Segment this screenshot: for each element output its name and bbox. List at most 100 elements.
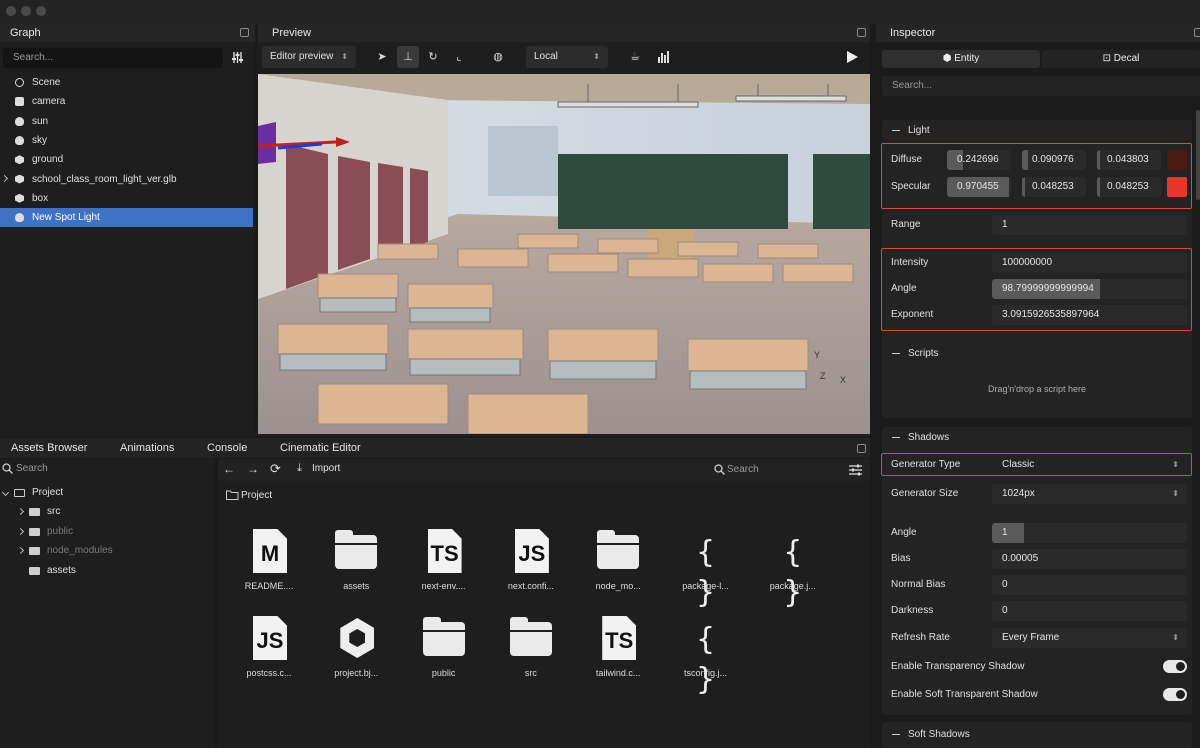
refresh-rate-select[interactable]: Every Frame ⬍ xyxy=(992,628,1187,648)
assets-tree-item[interactable]: src xyxy=(0,504,214,522)
graph-item[interactable]: Scene xyxy=(0,73,253,92)
play-icon[interactable] xyxy=(841,46,863,68)
assets-breadcrumb[interactable]: Project xyxy=(241,490,272,501)
expand-icon[interactable] xyxy=(857,28,866,37)
select-tool-icon[interactable]: ➤ xyxy=(371,46,393,68)
asset-file[interactable]: node_mo... xyxy=(578,529,658,591)
diffuse-color-swatch[interactable] xyxy=(1167,150,1187,170)
move-tool-icon[interactable]: ⊥ xyxy=(397,46,419,68)
angle-field[interactable]: 98.79999999999994 xyxy=(992,279,1187,299)
globe-icon[interactable]: ◍ xyxy=(487,46,509,68)
graph-item[interactable]: sun xyxy=(0,112,253,131)
asset-file[interactable]: M README.... xyxy=(229,529,309,591)
bias-field[interactable]: 0.00005 xyxy=(992,549,1187,569)
range-field[interactable]: 1 xyxy=(992,215,1187,235)
filter-settings-icon[interactable] xyxy=(231,51,244,64)
graph-item-label: New Spot Light xyxy=(32,212,100,224)
tab-entity[interactable]: ⬢ Entity xyxy=(882,50,1040,68)
asset-file[interactable]: JS postcss.c... xyxy=(229,616,309,678)
chevron-right-icon[interactable] xyxy=(16,527,25,535)
cube-icon xyxy=(15,155,24,165)
stats-icon[interactable] xyxy=(652,46,674,68)
graph-item[interactable]: sky xyxy=(0,131,253,150)
scripts-section-header[interactable]: Scripts xyxy=(892,343,939,365)
assets-tree-search-input[interactable]: Search xyxy=(16,462,48,476)
specular-r-field[interactable]: 0.970455 xyxy=(947,177,1011,197)
asset-file[interactable]: TS tailwind.c... xyxy=(578,616,658,678)
assets-search-input[interactable]: Search xyxy=(727,464,759,475)
diffuse-r-field[interactable]: 0.242696 xyxy=(947,150,1011,170)
transparency-shadow-toggle[interactable] xyxy=(1163,660,1187,673)
specular-color-swatch[interactable] xyxy=(1167,177,1187,197)
asset-file[interactable]: project.bj... xyxy=(316,616,396,678)
asset-file[interactable]: JS next.confi... xyxy=(491,529,571,591)
expand-icon[interactable] xyxy=(240,28,249,37)
minimize-window-icon[interactable] xyxy=(21,6,31,16)
scale-tool-icon[interactable]: ⌞ xyxy=(448,46,470,68)
teapot-icon[interactable]: ☕ xyxy=(624,46,646,68)
transform-space-select[interactable]: Local ⬍ xyxy=(526,46,608,68)
tab-console[interactable]: Console xyxy=(207,438,247,458)
assets-tree-item[interactable]: public xyxy=(0,524,214,542)
asset-file[interactable]: assets xyxy=(316,529,396,591)
generator-type-select[interactable]: Classic ⬍ xyxy=(992,455,1187,475)
back-arrow-icon[interactable]: ← xyxy=(223,462,235,476)
normal-bias-field[interactable]: 0 xyxy=(992,575,1187,595)
chevron-right-icon[interactable] xyxy=(0,174,9,182)
gizmo-x-label: X xyxy=(840,375,846,385)
import-icon[interactable]: ⤓ xyxy=(297,462,302,475)
graph-item[interactable]: New Spot Light xyxy=(0,208,253,228)
refresh-icon[interactable]: ⟳ xyxy=(270,461,281,477)
forward-arrow-icon[interactable]: → xyxy=(247,462,259,476)
generator-size-select[interactable]: 1024px ⬍ xyxy=(992,484,1187,504)
graph-item[interactable]: school_class_room_light_ver.glb xyxy=(0,170,253,189)
script-drop-zone[interactable]: Drag'n'drop a script here xyxy=(882,369,1192,409)
assets-tree-item[interactable]: Project xyxy=(0,485,214,503)
rotate-tool-icon[interactable]: ↻ xyxy=(422,46,444,68)
soft-shadows-section-header[interactable]: Soft Shadows xyxy=(892,724,970,746)
chevron-right-icon[interactable] xyxy=(16,547,25,555)
tab-assets-browser[interactable]: Assets Browser xyxy=(11,438,87,458)
graph-item[interactable]: camera xyxy=(0,92,253,111)
asset-file[interactable]: src xyxy=(491,616,571,678)
search-icon xyxy=(2,463,14,475)
asset-file[interactable]: { } package-l... xyxy=(666,529,746,610)
expand-icon[interactable] xyxy=(1194,28,1200,37)
diffuse-b-field[interactable]: 0.043803 xyxy=(1097,150,1161,170)
scene-viewport[interactable]: Y Z X xyxy=(258,74,870,434)
specular-g-field[interactable]: 0.048253 xyxy=(1022,177,1086,197)
tab-animations[interactable]: Animations xyxy=(120,438,174,458)
tab-decal[interactable]: ⊡ Decal xyxy=(1042,50,1200,68)
preview-panel: Preview Editor preview ⬍ ➤ ⊥ ↻ ⌞ ◍ Local… xyxy=(258,24,870,436)
chevron-down-icon[interactable] xyxy=(1,488,10,497)
asset-file[interactable]: public xyxy=(404,616,484,678)
intensity-field[interactable]: 100000000 xyxy=(992,253,1187,273)
asset-file[interactable]: TS next-env.... xyxy=(404,529,484,591)
asset-file[interactable]: { } package.j... xyxy=(753,529,833,610)
preview-mode-select[interactable]: Editor preview ⬍ xyxy=(262,46,356,68)
shadow-angle-field[interactable]: 1 xyxy=(992,523,1187,543)
light-section-header[interactable]: Light xyxy=(892,120,930,142)
list-settings-icon[interactable] xyxy=(849,464,862,476)
chevron-right-icon[interactable] xyxy=(16,508,25,516)
inspector-search-input[interactable]: Search... xyxy=(882,76,1200,96)
shadows-section-header[interactable]: Shadows xyxy=(892,427,949,449)
soft-transparent-shadow-toggle[interactable] xyxy=(1163,688,1187,701)
diffuse-g-field[interactable]: 0.090976 xyxy=(1022,150,1086,170)
assets-tree-item[interactable]: node_modules xyxy=(0,543,214,561)
graph-search-input[interactable]: Search... xyxy=(3,48,223,68)
graph-item[interactable]: box xyxy=(0,189,253,208)
exponent-field[interactable]: 3.0915926535897964 xyxy=(992,305,1187,325)
close-window-icon[interactable] xyxy=(6,6,16,16)
import-button[interactable]: Import xyxy=(312,463,340,474)
asset-file[interactable]: { } tsconfig.j... xyxy=(666,616,746,697)
darkness-field[interactable]: 0 xyxy=(992,601,1187,621)
specular-b-field[interactable]: 0.048253 xyxy=(1097,177,1161,197)
tab-cinematic-editor[interactable]: Cinematic Editor xyxy=(280,438,361,458)
preview-panel-title: Preview xyxy=(272,27,312,39)
expand-icon[interactable] xyxy=(857,444,866,453)
assets-tree-item[interactable]: assets xyxy=(0,563,214,581)
inspector-scrollbar[interactable] xyxy=(1196,110,1200,200)
graph-item[interactable]: ground xyxy=(0,150,253,169)
maximize-window-icon[interactable] xyxy=(36,6,46,16)
